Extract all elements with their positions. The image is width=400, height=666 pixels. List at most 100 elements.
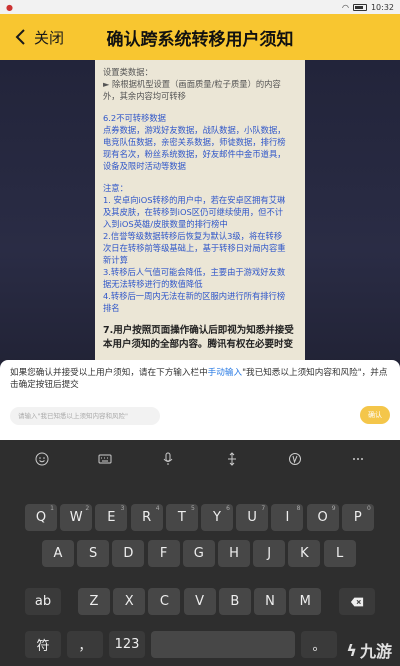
notice-spacer: [103, 102, 297, 112]
notification-icons: ●: [6, 3, 342, 12]
key-w[interactable]: W2: [60, 504, 93, 531]
keyboard-row-4: 符 ， 123 。: [0, 631, 400, 658]
key-h[interactable]: H: [218, 540, 250, 567]
confirm-button[interactable]: 确认: [360, 406, 390, 424]
notice-line: 设备及限时活动等数据: [103, 161, 186, 171]
key-k[interactable]: K: [288, 540, 321, 567]
key-label: R: [142, 510, 152, 525]
key-number-hint: 2: [85, 505, 90, 512]
backspace-key[interactable]: [339, 588, 375, 615]
key-number-hint: 3: [120, 505, 125, 512]
notice-line: 设置类数据：: [103, 67, 153, 77]
space-key[interactable]: [151, 631, 295, 658]
watermark-text: 九游: [359, 642, 392, 661]
key-i[interactable]: I8: [271, 504, 304, 531]
microphone-icon[interactable]: [157, 448, 179, 470]
key-label: W: [69, 510, 83, 525]
notice-line: 点券数据，游戏好友数据，战队数据，小队数据，: [103, 125, 286, 135]
comma-key[interactable]: ，: [67, 631, 103, 658]
confirm-text-input[interactable]: [10, 407, 160, 425]
back-chevron-icon: [15, 29, 25, 45]
key-l[interactable]: L: [323, 540, 356, 567]
status-bar: ● ◠ 10:32: [0, 0, 400, 14]
dialog-message-highlight: 手动输入: [207, 368, 243, 378]
notice-line: 4.转移后一周内无法在新的区服内进行所有排行榜: [103, 291, 286, 301]
key-y[interactable]: Y6: [201, 504, 233, 531]
keyboard-toolbar: [0, 440, 400, 478]
soft-keyboard: Q1W2E3R4T5Y6U7I8O9P0 ASDFGHJKL ab ZXCVBN…: [0, 440, 400, 666]
notice-line: 外，其余内容均可转移: [103, 91, 186, 101]
key-p[interactable]: P0: [341, 504, 374, 531]
number-key[interactable]: 123: [109, 631, 145, 658]
notice-line: 6.2不可转移数据: [103, 113, 166, 123]
app-header: 关闭 确认跨系统转移用户须知: [0, 14, 400, 60]
wifi-icon: ◠: [341, 2, 349, 12]
more-options-icon[interactable]: [347, 448, 369, 470]
key-a[interactable]: A: [42, 540, 74, 567]
notice-line: 7.用户按照页面操作确认后即视为知悉并接受: [103, 325, 294, 336]
notice-line: 次日在转移前等级基础上，基于转移日对局内容重: [103, 243, 286, 253]
key-z[interactable]: Z: [78, 588, 110, 615]
notice-line: ► 除根据机型设置（画面质量/粒子质量）的内容: [103, 79, 281, 89]
key-u[interactable]: U7: [236, 504, 269, 531]
key-d[interactable]: D: [112, 540, 145, 567]
key-x[interactable]: X: [113, 588, 146, 615]
notice-line: 2.信誉等级数据转移后恢复为默认3级，将在转移: [103, 231, 283, 241]
key-b[interactable]: B: [218, 588, 251, 615]
settings-icon[interactable]: [284, 448, 306, 470]
emoji-icon[interactable]: [31, 448, 53, 470]
key-number-hint: 6: [226, 505, 230, 512]
key-e[interactable]: E3: [95, 504, 128, 531]
key-label: Q: [35, 510, 47, 525]
keyboard-row-1: Q1W2E3R4T5Y6U7I8O9P0: [0, 504, 400, 531]
key-v[interactable]: V: [183, 588, 216, 615]
dialog-message-text: 如果您确认并接受以上用户须知，请在下方输入栏中: [10, 368, 208, 378]
key-label: U: [247, 510, 257, 525]
notice-line: 新计算: [103, 255, 128, 265]
key-number-hint: 8: [296, 505, 301, 512]
key-label: T: [177, 510, 186, 525]
notice-text-panel: 设置类数据： ► 除根据机型设置（画面质量/粒子质量）的内容 外，其余内容均可转移 6…: [95, 60, 305, 360]
key-number-hint: 5: [190, 505, 195, 512]
notice-line: 电竞队伍数据，亲密关系数据，师徒数据，排行榜: [103, 137, 286, 147]
confirm-dialog: 如果您确认并接受以上用户须知，请在下方输入栏中手动输入"我已知悉以上须知内容和风…: [0, 360, 400, 440]
key-label: I: [285, 510, 290, 525]
notice-line: 1. 安卓向iOS转移的用户中，若在安卓区拥有艾琳: [103, 195, 286, 205]
key-number-hint: 0: [366, 505, 371, 512]
key-c[interactable]: C: [148, 588, 181, 615]
key-r[interactable]: R4: [130, 504, 163, 531]
notice-line: 入到iOS英雄/皮肤数量的排行榜中: [103, 219, 228, 229]
key-number-hint: 9: [331, 505, 336, 512]
key-s[interactable]: S: [77, 540, 110, 567]
keyboard-switch-icon[interactable]: [94, 448, 116, 470]
notice-line: 注意：: [103, 183, 128, 193]
key-label: P: [353, 510, 362, 525]
watermark-logo-icon: ϟ: [346, 640, 357, 660]
key-label: E: [107, 510, 116, 525]
key-q[interactable]: Q1: [25, 504, 57, 531]
dialog-message: 如果您确认并接受以上用户须知，请在下方输入栏中手动输入"我已知悉以上须知内容和风…: [10, 367, 390, 391]
shift-key[interactable]: ab: [25, 588, 61, 615]
symbol-key[interactable]: 符: [25, 631, 61, 658]
key-number-hint: 4: [155, 505, 160, 512]
key-label: O: [317, 510, 328, 525]
key-label: Y: [213, 510, 221, 525]
key-m[interactable]: M: [289, 588, 322, 615]
keyboard-row-2: ASDFGHJKL: [0, 540, 400, 567]
close-button[interactable]: 关闭: [0, 14, 90, 60]
key-f[interactable]: F: [147, 540, 180, 567]
key-t[interactable]: T5: [165, 504, 198, 531]
notice-spacer: [103, 172, 297, 182]
period-key[interactable]: 。: [301, 631, 337, 658]
notice-line: 3.转移后人气值可能会降低，主要由于游戏好友数: [103, 267, 286, 277]
clock: 10:32: [370, 2, 394, 12]
key-n[interactable]: N: [254, 588, 286, 615]
key-g[interactable]: G: [182, 540, 215, 567]
key-j[interactable]: J: [253, 540, 286, 567]
key-o[interactable]: O9: [306, 504, 339, 531]
notice-spacer: [103, 314, 297, 324]
site-watermark: ϟ 九游: [346, 638, 392, 662]
notice-line: 现有名次，粉丝系统数据，好友邮件中金币道具，: [103, 149, 286, 159]
keyboard-row-3: ab ZXCVBNM: [0, 588, 400, 615]
cursor-move-icon[interactable]: [221, 448, 243, 470]
